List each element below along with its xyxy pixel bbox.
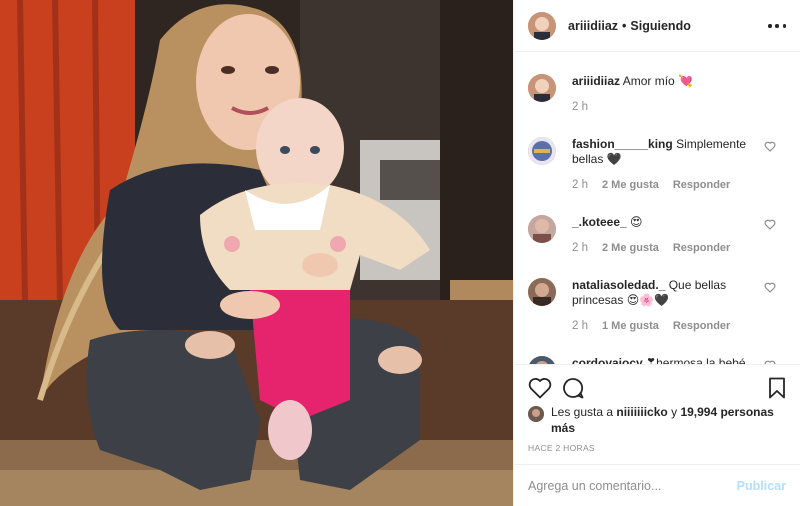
comment-username[interactable]: nataliasoledad._ bbox=[572, 278, 665, 292]
comments-list[interactable]: ariiidiiaz Amor mío 💘 2 h fashion_____ki… bbox=[514, 52, 800, 364]
like-comment-heart-icon[interactable] bbox=[764, 141, 776, 152]
comment-icon[interactable] bbox=[562, 377, 584, 399]
caption-username[interactable]: ariiidiiaz bbox=[572, 74, 620, 88]
commenter-avatar[interactable] bbox=[528, 278, 556, 306]
comment-text: 😍 bbox=[630, 215, 643, 229]
author-avatar[interactable] bbox=[528, 74, 556, 102]
commenter-avatar[interactable] bbox=[528, 215, 556, 243]
comment-text: ❣hermosa la bebé bbox=[646, 356, 746, 364]
comment-time[interactable]: 2 h bbox=[572, 241, 588, 256]
likes-conjunction: y bbox=[671, 405, 678, 419]
author-avatar-image bbox=[528, 74, 556, 102]
comment-username[interactable]: cordovajocy bbox=[572, 356, 643, 364]
post-timestamp[interactable]: HACE 2 HORAS bbox=[528, 443, 595, 453]
post-sidebar: ariiidiiaz • Siguiendo ariiidiiaz Amor m… bbox=[513, 0, 800, 506]
liker-username[interactable]: niiiiiiicko bbox=[616, 405, 667, 419]
instagram-post: ariiidiiaz • Siguiendo ariiidiiaz Amor m… bbox=[0, 0, 800, 506]
commenter-avatar[interactable] bbox=[528, 137, 556, 165]
commenter-avatar-image bbox=[528, 215, 556, 243]
comment-input[interactable] bbox=[528, 478, 728, 493]
comment-likes[interactable]: 2 Me gusta bbox=[602, 178, 659, 193]
liker-avatar-image bbox=[528, 406, 544, 422]
reply-button[interactable]: Responder bbox=[673, 241, 730, 256]
header-separator: • bbox=[622, 18, 627, 33]
like-comment-heart-icon[interactable] bbox=[764, 282, 776, 293]
comment-item: _.koteee_ 😍 2 h 2 Me gusta Responder bbox=[528, 193, 786, 256]
follow-status-button[interactable]: Siguiendo bbox=[630, 19, 690, 33]
likes-summary: Les gusta a niiiiiiicko y 19,994 persona… bbox=[528, 404, 788, 436]
reply-button[interactable]: Responder bbox=[673, 178, 730, 193]
add-comment-bar: Publicar bbox=[514, 464, 800, 506]
author-avatar-image bbox=[528, 11, 556, 40]
comment-username[interactable]: fashion_____king bbox=[572, 137, 673, 151]
post-photo-image bbox=[0, 0, 513, 506]
bookmark-icon[interactable] bbox=[768, 377, 786, 399]
caption: ariiidiiaz Amor mío 💘 2 h bbox=[528, 52, 786, 115]
comment-item: cordovajocy ❣hermosa la bebé bbox=[528, 334, 786, 364]
post-header: ariiidiiaz • Siguiendo bbox=[514, 0, 800, 52]
caption-text: Amor mío 💘 bbox=[622, 74, 693, 88]
heart-icon[interactable] bbox=[528, 377, 552, 399]
commenter-avatar-image bbox=[528, 278, 556, 306]
comment-likes[interactable]: 1 Me gusta bbox=[602, 319, 659, 334]
post-photo[interactable] bbox=[0, 0, 513, 506]
commenter-avatar-image bbox=[528, 137, 556, 165]
comment-time[interactable]: 2 h bbox=[572, 178, 588, 193]
publish-button[interactable]: Publicar bbox=[737, 479, 786, 493]
commenter-avatar-image bbox=[528, 356, 556, 364]
caption-time[interactable]: 2 h bbox=[572, 100, 588, 115]
comment-likes[interactable]: 2 Me gusta bbox=[602, 241, 659, 256]
likes-prefix: Les gusta a bbox=[551, 405, 614, 419]
comment-time[interactable]: 2 h bbox=[572, 319, 588, 334]
author-avatar[interactable] bbox=[528, 11, 556, 40]
more-options-icon[interactable] bbox=[768, 18, 786, 34]
reply-button[interactable]: Responder bbox=[673, 319, 730, 334]
comment-item: nataliasoledad._ Que bellas princesas 😍🌸… bbox=[528, 256, 786, 334]
liker-avatar[interactable] bbox=[528, 406, 544, 422]
comment-item: fashion_____king Simplemente bellas 🖤 2 … bbox=[528, 115, 786, 193]
commenter-avatar[interactable] bbox=[528, 356, 556, 364]
author-username[interactable]: ariiidiiaz bbox=[568, 19, 618, 33]
comment-username[interactable]: _.koteee_ bbox=[572, 215, 627, 229]
like-comment-heart-icon[interactable] bbox=[764, 219, 776, 230]
